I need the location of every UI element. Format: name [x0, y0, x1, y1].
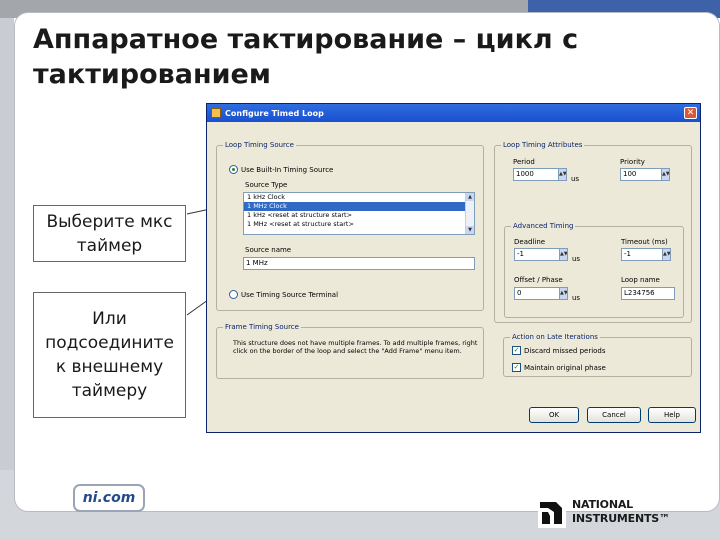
- spin-icon[interactable]: ▲▼: [661, 169, 669, 180]
- terminal-source-label: Use Timing Source Terminal: [241, 291, 339, 299]
- advanced-timing-group: Advanced Timing Deadline -1 ▲▼ us Timeou…: [504, 222, 684, 318]
- discard-missed-label: Discard missed periods: [524, 347, 606, 355]
- source-name-label: Source name: [245, 246, 292, 254]
- source-type-list[interactable]: 1 kHz Clock 1 MHz Clock 1 kHz <reset at …: [243, 192, 475, 235]
- ni-eagle-icon: [538, 496, 566, 528]
- ni-com-badge[interactable]: ni.com: [73, 484, 145, 512]
- scroll-up-icon[interactable]: ▲: [466, 193, 474, 201]
- priority-field[interactable]: 100 ▲▼: [620, 168, 670, 181]
- list-item-selected[interactable]: 1 MHz Clock: [244, 202, 474, 211]
- callout-text: Выберите мкс таймер: [46, 211, 173, 256]
- deadline-value: -1: [517, 250, 524, 258]
- period-unit: us: [571, 175, 580, 183]
- scroll-down-icon[interactable]: ▼: [466, 226, 474, 234]
- spin-icon[interactable]: ▲▼: [559, 288, 567, 299]
- period-label: Period: [513, 158, 535, 166]
- group-title: Advanced Timing: [511, 222, 576, 231]
- deadline-field[interactable]: -1 ▲▼: [514, 248, 568, 261]
- builtin-source-radio[interactable]: [229, 165, 238, 174]
- left-band: [0, 18, 14, 540]
- priority-label: Priority: [620, 158, 645, 166]
- timeout-field[interactable]: -1 ▲▼: [621, 248, 671, 261]
- terminal-source-radio[interactable]: [229, 290, 238, 299]
- deadline-unit: us: [572, 255, 581, 263]
- cancel-button[interactable]: Cancel: [587, 407, 641, 423]
- callout-text: Или подсоедините к внешнему таймеру: [45, 309, 174, 401]
- source-name-field[interactable]: 1 MHz: [243, 257, 475, 270]
- frame-description: This structure does not have multiple fr…: [233, 339, 478, 355]
- offset-label: Offset / Phase: [514, 276, 563, 284]
- period-field[interactable]: 1000 ▲▼: [513, 168, 567, 181]
- logo-text-national: NATIONAL: [572, 498, 633, 511]
- spin-icon[interactable]: ▲▼: [662, 249, 670, 260]
- close-icon[interactable]: ✕: [684, 107, 697, 119]
- slide-title: Аппаратное тактирование – цикл с тактиро…: [33, 24, 579, 90]
- national-instruments-logo: NATIONAL INSTRUMENTS™: [536, 494, 676, 534]
- list-item[interactable]: 1 kHz Clock: [244, 193, 474, 202]
- group-title: Loop Timing Source: [223, 141, 296, 150]
- spin-icon[interactable]: ▲▼: [558, 169, 566, 180]
- timeout-value: -1: [624, 250, 631, 258]
- logo-text-instruments: INSTRUMENTS™: [572, 512, 670, 525]
- spin-icon[interactable]: ▲▼: [559, 249, 567, 260]
- group-title: Action on Late Iterations: [510, 333, 600, 342]
- discard-missed-checkbox[interactable]: ✓: [512, 346, 521, 355]
- source-type-label: Source Type: [245, 181, 288, 189]
- builtin-source-label: Use Built-In Timing Source: [241, 166, 334, 174]
- priority-value: 100: [623, 170, 637, 178]
- list-scrollbar[interactable]: ▲ ▼: [465, 193, 474, 234]
- loop-name-field[interactable]: L234756: [621, 287, 675, 300]
- help-button[interactable]: Help: [648, 407, 696, 423]
- offset-value: 0: [517, 289, 522, 297]
- timeout-label: Timeout (ms): [621, 238, 668, 246]
- callout-external-timer: Или подсоедините к внешнему таймеру: [33, 292, 186, 418]
- callout-select-us-timer: Выберите мкс таймер: [33, 205, 186, 262]
- offset-field[interactable]: 0 ▲▼: [514, 287, 568, 300]
- late-iterations-group: Action on Late Iterations ✓ Discard miss…: [503, 333, 692, 377]
- list-item[interactable]: 1 kHz <reset at structure start>: [244, 211, 474, 220]
- deadline-label: Deadline: [514, 238, 546, 246]
- loop-name-label: Loop name: [621, 276, 660, 284]
- maintain-phase-checkbox[interactable]: ✓: [512, 363, 521, 372]
- maintain-phase-label: Maintain original phase: [524, 364, 606, 372]
- group-title: Loop Timing Attributes: [501, 141, 585, 150]
- configure-timed-loop-dialog: Configure Timed Loop ✕ Loop Timing Sourc…: [206, 103, 701, 433]
- group-title: Frame Timing Source: [223, 323, 301, 332]
- loop-timing-attributes-group: Loop Timing Attributes Period 1000 ▲▼ us…: [494, 141, 692, 323]
- dialog-titlebar[interactable]: Configure Timed Loop ✕: [207, 104, 700, 122]
- loop-timing-source-group: Loop Timing Source Use Built-In Timing S…: [216, 141, 484, 311]
- period-value: 1000: [516, 170, 534, 178]
- ok-button[interactable]: OK: [529, 407, 579, 423]
- dialog-title: Configure Timed Loop: [225, 108, 324, 118]
- offset-unit: us: [572, 294, 581, 302]
- labview-app-icon: [211, 108, 221, 118]
- frame-timing-source-group: Frame Timing Source This structure does …: [216, 323, 484, 379]
- list-item[interactable]: 1 MHz <reset at structure start>: [244, 220, 474, 229]
